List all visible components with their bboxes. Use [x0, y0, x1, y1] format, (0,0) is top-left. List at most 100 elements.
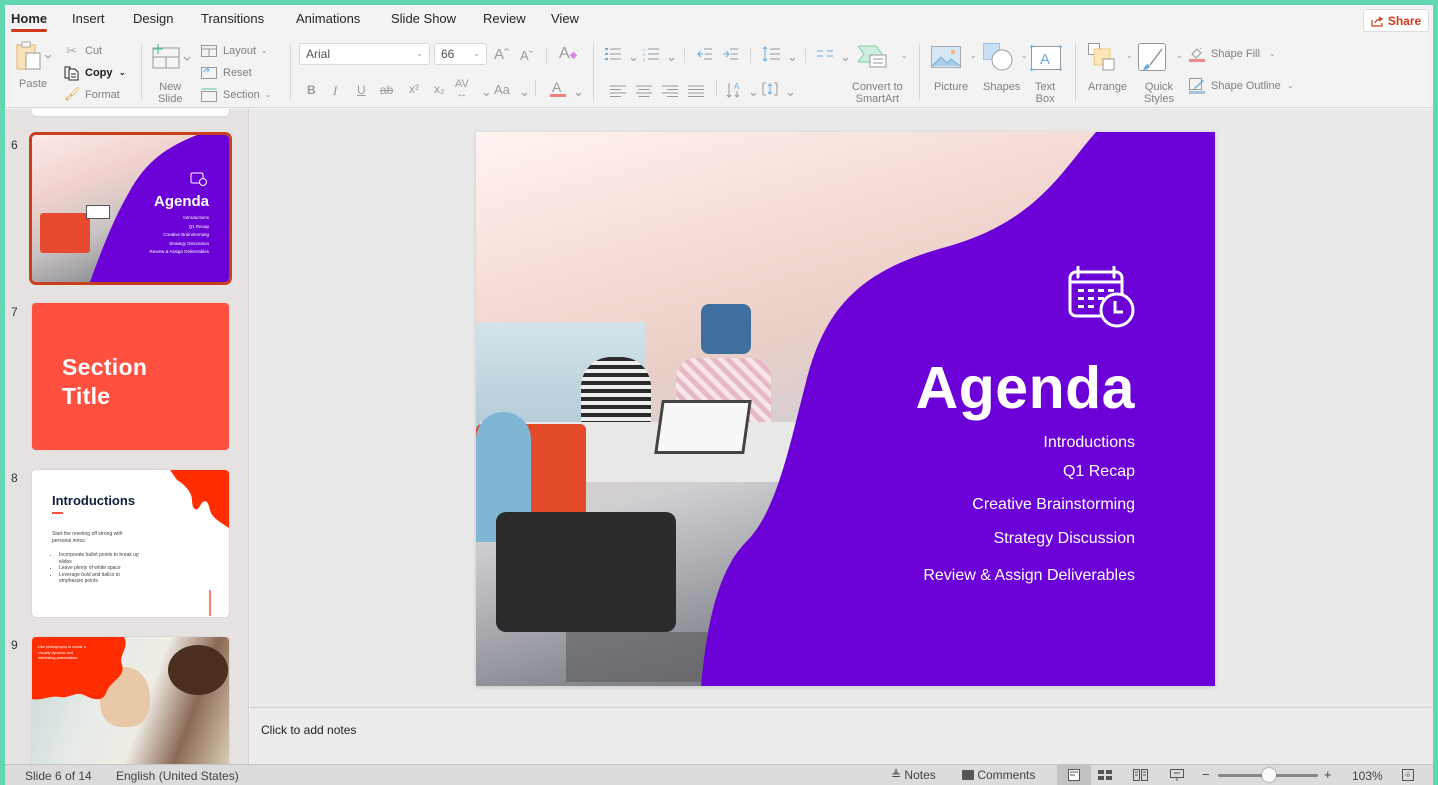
section-button[interactable]: Section ⌄: [201, 88, 281, 103]
convert-to-smartart-button[interactable]: ⌄ Convert to SmartArt: [848, 43, 910, 105]
agenda-item-introductions[interactable]: Introductions: [1043, 434, 1135, 452]
zoom-level[interactable]: 103%: [1352, 769, 1383, 783]
normal-view-button[interactable]: [1057, 765, 1091, 785]
quick-styles-button[interactable]: ⌄ Quick Styles: [1138, 43, 1186, 105]
notes-pane[interactable]: Click to add notes: [250, 707, 1433, 764]
slide-editor[interactable]: Agenda Introductions Q1 Recap Creative B…: [250, 109, 1433, 707]
slide-thumbnail-9[interactable]: Use photography to create a visually dyn…: [32, 637, 229, 764]
columns-icon[interactable]: [817, 49, 833, 59]
zoom-out-button[interactable]: −: [1202, 767, 1210, 782]
chevron-down-icon[interactable]: ⌄: [519, 84, 530, 100]
notes-toggle-button[interactable]: ≜ Notes: [891, 768, 936, 782]
slide-thumbnails-panel[interactable]: 6 Agenda Introductions Q1 Recap Creative…: [5, 109, 249, 764]
font-name-select[interactable]: Arial ⌄: [299, 43, 430, 65]
smartart-icon: [858, 45, 887, 68]
shapes-button[interactable]: ⌄ Shapes: [981, 43, 1029, 101]
status-bar: Slide 6 of 14 English (United States) ≜ …: [5, 764, 1433, 785]
language-indicator[interactable]: English (United States): [116, 769, 239, 783]
shape-fill-button[interactable]: Shape Fill ⌄: [1189, 47, 1299, 63]
fit-to-window-icon[interactable]: [1402, 769, 1414, 781]
align-left-icon[interactable]: [610, 85, 626, 97]
agenda-item-strategy-discussion[interactable]: Strategy Discussion: [994, 530, 1135, 548]
reset-button[interactable]: Reset: [201, 67, 261, 81]
shape-outline-button[interactable]: Shape Outline ⌄: [1189, 78, 1309, 95]
bullets-icon[interactable]: [605, 47, 621, 61]
font-color-button[interactable]: A: [550, 79, 566, 97]
tab-slide-show[interactable]: Slide Show: [391, 11, 456, 26]
align-right-icon[interactable]: [662, 85, 678, 97]
clear-formatting-icon[interactable]: A◆: [559, 45, 577, 63]
agenda-item-q1-recap[interactable]: Q1 Recap: [1063, 463, 1135, 481]
chevron-down-icon: ⌄: [1287, 81, 1294, 90]
tab-design[interactable]: Design: [133, 11, 173, 26]
decrease-indent-icon[interactable]: [696, 47, 712, 61]
chevron-down-icon[interactable]: ⌄: [785, 84, 796, 100]
tab-animations[interactable]: Animations: [296, 11, 360, 26]
tab-review[interactable]: Review: [483, 11, 526, 26]
slide-thumbnail-7[interactable]: Section Title: [32, 303, 229, 450]
current-slide[interactable]: Agenda Introductions Q1 Recap Creative B…: [476, 132, 1215, 686]
chevron-down-icon[interactable]: ⌄: [628, 49, 639, 65]
slide-show-icon[interactable]: [1170, 769, 1184, 781]
tab-insert[interactable]: Insert: [72, 11, 105, 26]
chevron-down-icon: ⌄: [901, 51, 908, 60]
paste-button[interactable]: Paste: [13, 41, 59, 93]
subscript-icon[interactable]: x₂: [434, 82, 445, 96]
format-painter-button[interactable]: 🖌 Format: [64, 86, 134, 103]
copy-button[interactable]: Copy ⌄: [64, 66, 134, 81]
notes-placeholder[interactable]: Click to add notes: [261, 723, 356, 737]
zoom-slider-thumb[interactable]: [1262, 768, 1277, 782]
line-spacing-icon[interactable]: [762, 46, 780, 62]
layout-button[interactable]: Layout ⌄: [201, 45, 271, 59]
agenda-item-review-assign[interactable]: Review & Assign Deliverables: [923, 567, 1135, 585]
chevron-down-icon[interactable]: ⌄: [748, 84, 759, 100]
chevron-down-icon[interactable]: ⌄: [573, 84, 584, 100]
superscript-icon[interactable]: x²: [409, 82, 419, 96]
picture-button[interactable]: ⌄ Picture: [929, 43, 977, 101]
tab-view[interactable]: View: [551, 11, 579, 26]
align-center-icon[interactable]: [636, 85, 652, 97]
notes-toggle-label: Notes: [904, 768, 936, 782]
strikethrough-icon[interactable]: ab: [380, 83, 393, 97]
thumbnail-item: Creative Brainstorming: [163, 232, 209, 237]
tab-transitions[interactable]: Transitions: [201, 11, 264, 26]
text-direction-icon[interactable]: A: [726, 81, 742, 99]
svg-text:3: 3: [643, 57, 646, 61]
tab-home[interactable]: Home: [11, 11, 48, 32]
chevron-down-icon[interactable]: ⌄: [481, 84, 492, 100]
chevron-down-icon[interactable]: ⌄: [787, 49, 798, 65]
separator: [535, 80, 536, 96]
slide-thumbnail-6[interactable]: Agenda Introductions Q1 Recap Creative B…: [29, 132, 232, 285]
decrease-font-size-icon[interactable]: Aˇ: [520, 48, 533, 63]
justify-icon[interactable]: [688, 85, 704, 97]
change-case-icon[interactable]: Aa: [494, 82, 510, 97]
comments-button[interactable]: Comments: [962, 768, 1035, 782]
align-text-icon[interactable]: [762, 82, 778, 96]
zoom-in-button[interactable]: +: [1324, 767, 1332, 782]
slide-thumbnail-5[interactable]: [32, 109, 229, 116]
quick-styles-label-2: Styles: [1144, 93, 1174, 105]
chevron-down-icon[interactable]: ⌄: [666, 49, 677, 65]
share-button[interactable]: Share: [1363, 9, 1429, 32]
arrange-button[interactable]: ⌄ Arrange: [1085, 43, 1135, 101]
agenda-item-creative-brainstorming[interactable]: Creative Brainstorming: [972, 496, 1135, 514]
slide-thumbnail-8[interactable]: Introductions Start the meeting off stro…: [32, 470, 229, 617]
slide-title[interactable]: Agenda: [916, 354, 1135, 422]
notes-toggle-icon: ≜: [891, 768, 902, 782]
cut-button[interactable]: ✂ Cut: [64, 43, 114, 59]
paste-label: Paste: [19, 78, 48, 90]
increase-font-size-icon[interactable]: Aˆ: [494, 46, 509, 63]
increase-indent-icon[interactable]: [722, 47, 738, 61]
font-size-select[interactable]: 66 ⌄: [434, 43, 487, 65]
numbering-icon[interactable]: 123: [643, 47, 659, 61]
convert-label-1: Convert to: [852, 81, 903, 93]
character-spacing-icon[interactable]: AV ↔: [455, 79, 469, 100]
slide-sorter-icon[interactable]: [1098, 770, 1112, 781]
underline-icon[interactable]: U: [357, 83, 366, 97]
thumbnail-bullets: Incorporate bullet points to break up sl…: [59, 552, 139, 585]
new-slide-button[interactable]: New Slide: [150, 41, 196, 105]
reading-view-icon[interactable]: [1133, 769, 1148, 781]
bold-icon[interactable]: B: [307, 83, 316, 97]
italic-icon[interactable]: I: [333, 83, 337, 99]
text-box-button[interactable]: A Text Box: [1030, 43, 1062, 105]
